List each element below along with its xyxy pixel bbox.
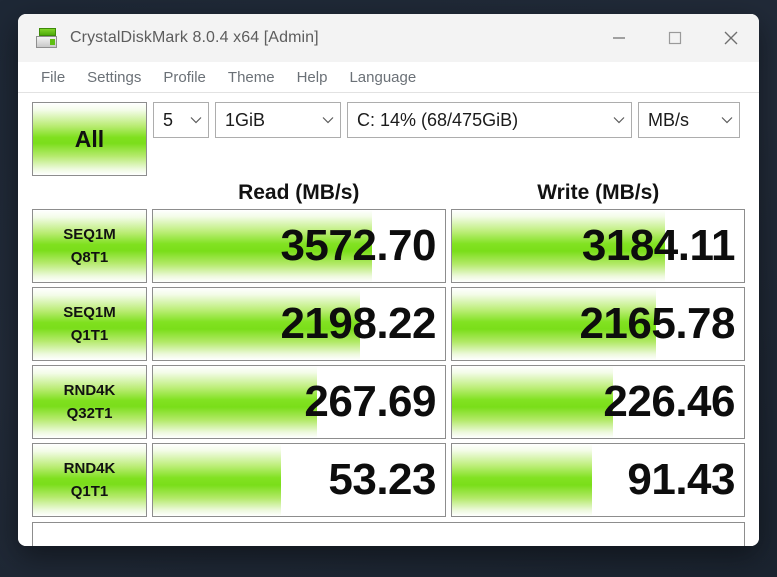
read-result-rnd4k-q1t1[interactable]: 53.23 bbox=[152, 443, 446, 517]
test-size-value: 1GiB bbox=[225, 109, 266, 130]
read-value: 53.23 bbox=[328, 455, 436, 504]
menu-bar: File Settings Profile Theme Help Languag… bbox=[18, 62, 759, 93]
test-label-line2: Q1T1 bbox=[70, 483, 109, 500]
chevron-down-icon bbox=[721, 116, 733, 124]
test-label-rnd4k-q1t1[interactable]: RND4K Q1T1 bbox=[32, 443, 147, 517]
read-result-rnd4k-q32t1[interactable]: 267.69 bbox=[152, 365, 446, 439]
minimize-icon bbox=[613, 37, 625, 39]
target-drive-select[interactable]: C: 14% (68/475GiB) bbox=[347, 102, 632, 138]
chevron-down-icon bbox=[322, 116, 334, 124]
write-value: 91.43 bbox=[627, 455, 735, 504]
read-result-seq1m-q8t1[interactable]: 3572.70 bbox=[152, 209, 446, 283]
write-value: 2165.78 bbox=[579, 299, 735, 348]
menu-item-profile[interactable]: Profile bbox=[152, 67, 217, 88]
menu-item-file[interactable]: File bbox=[30, 67, 76, 88]
test-label-seq1m-q8t1[interactable]: SEQ1M Q8T1 bbox=[32, 209, 147, 283]
window-title: CrystalDiskMark 8.0.4 x64 [Admin] bbox=[70, 29, 319, 46]
write-result-seq1m-q1t1[interactable]: 2165.78 bbox=[451, 287, 745, 361]
benchmark-toolbar: All 5 1GiB C: 14% (68/475GiB) MB/s bbox=[32, 102, 745, 176]
test-label-rnd4k-q32t1[interactable]: RND4K Q32T1 bbox=[32, 365, 147, 439]
menu-item-settings[interactable]: Settings bbox=[76, 67, 152, 88]
write-bar-fill bbox=[452, 444, 593, 516]
minimize-button[interactable] bbox=[591, 14, 647, 62]
title-bar: CrystalDiskMark 8.0.4 x64 [Admin] bbox=[18, 14, 759, 62]
close-icon bbox=[724, 31, 738, 45]
crystaldiskmark-window: CrystalDiskMark 8.0.4 x64 [Admin] File S… bbox=[18, 14, 759, 546]
test-label-line1: SEQ1M bbox=[63, 304, 116, 321]
settings-dropdowns: 5 1GiB C: 14% (68/475GiB) MB/s bbox=[153, 102, 745, 138]
test-count-value: 5 bbox=[163, 109, 174, 130]
write-bar-fill bbox=[452, 366, 613, 438]
target-drive-value: C: 14% (68/475GiB) bbox=[357, 109, 519, 130]
disk-benchmark-icon bbox=[35, 26, 59, 50]
write-result-rnd4k-q32t1[interactable]: 226.46 bbox=[451, 365, 745, 439]
close-button[interactable] bbox=[703, 14, 759, 62]
write-column-header: Write (MB/s) bbox=[537, 181, 660, 204]
table-row: SEQ1M Q8T1 3572.70 3184.11 bbox=[32, 209, 745, 283]
maximize-icon bbox=[668, 31, 682, 45]
read-bar-fill bbox=[153, 444, 282, 516]
test-label-line1: RND4K bbox=[63, 382, 116, 399]
test-label-line2: Q32T1 bbox=[66, 405, 113, 422]
test-count-select[interactable]: 5 bbox=[153, 102, 209, 138]
status-bar bbox=[32, 522, 745, 546]
write-result-seq1m-q8t1[interactable]: 3184.11 bbox=[451, 209, 745, 283]
menu-item-theme[interactable]: Theme bbox=[217, 67, 286, 88]
test-label-seq1m-q1t1[interactable]: SEQ1M Q1T1 bbox=[32, 287, 147, 361]
read-result-seq1m-q1t1[interactable]: 2198.22 bbox=[152, 287, 446, 361]
chevron-down-icon bbox=[613, 116, 625, 124]
read-value: 2198.22 bbox=[280, 299, 436, 348]
table-row: SEQ1M Q1T1 2198.22 2165.78 bbox=[32, 287, 745, 361]
test-label-line1: SEQ1M bbox=[63, 226, 116, 243]
unit-value: MB/s bbox=[648, 109, 690, 130]
chevron-down-icon bbox=[190, 116, 202, 124]
write-result-rnd4k-q1t1[interactable]: 91.43 bbox=[451, 443, 745, 517]
menu-item-help[interactable]: Help bbox=[286, 67, 339, 88]
test-label-line1: RND4K bbox=[63, 460, 116, 477]
table-row: RND4K Q32T1 267.69 226.46 bbox=[32, 365, 745, 439]
read-bar-fill bbox=[153, 366, 317, 438]
read-value: 3572.70 bbox=[280, 221, 436, 270]
read-column-header: Read (MB/s) bbox=[238, 181, 360, 204]
test-label-line2: Q1T1 bbox=[70, 327, 109, 344]
run-all-button[interactable]: All bbox=[32, 102, 147, 176]
window-controls bbox=[591, 14, 759, 62]
write-value: 3184.11 bbox=[581, 221, 736, 270]
write-value: 226.46 bbox=[603, 377, 735, 426]
menu-item-language[interactable]: Language bbox=[338, 67, 427, 88]
table-row: RND4K Q1T1 53.23 91.43 bbox=[32, 443, 745, 517]
main-content: All 5 1GiB C: 14% (68/475GiB) MB/s Read … bbox=[18, 93, 759, 546]
unit-select[interactable]: MB/s bbox=[638, 102, 740, 138]
column-headers: Read (MB/s) Write (MB/s) bbox=[32, 177, 745, 209]
test-label-line2: Q8T1 bbox=[70, 249, 109, 266]
maximize-button[interactable] bbox=[647, 14, 703, 62]
read-value: 267.69 bbox=[304, 377, 436, 426]
test-size-select[interactable]: 1GiB bbox=[215, 102, 341, 138]
results-table: SEQ1M Q8T1 3572.70 3184.11 SEQ1M Q1T1 21… bbox=[32, 209, 745, 517]
